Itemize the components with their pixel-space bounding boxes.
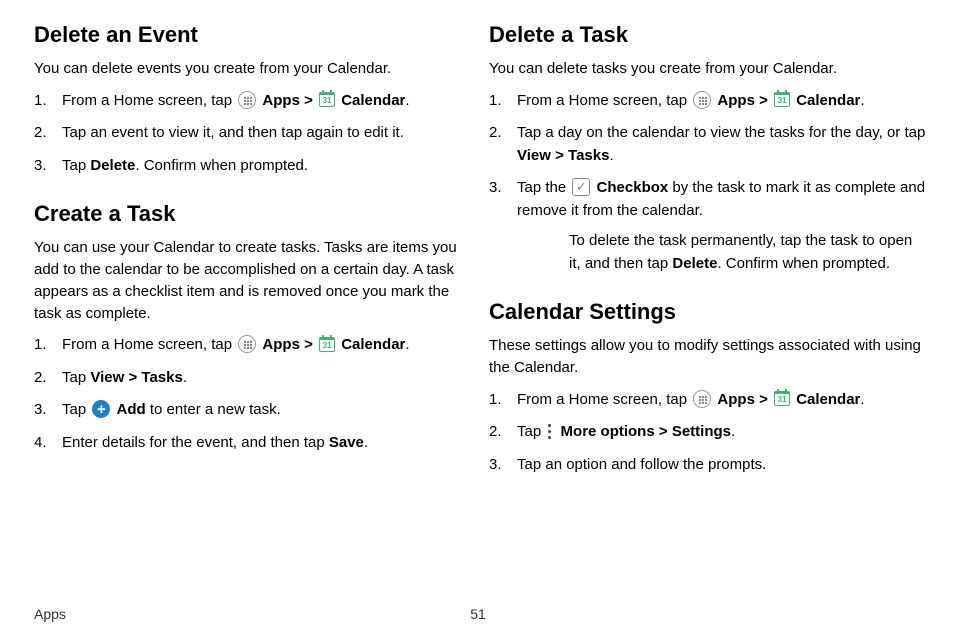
- step: Tap View > Tasks.: [34, 367, 471, 390]
- step-text: From a Home screen, tap: [517, 391, 691, 408]
- step: Tap + Add to enter a new task.: [34, 399, 471, 422]
- steps-calendar-settings: From a Home screen, tap Apps > 31 Calend…: [489, 389, 926, 477]
- step-text: . Confirm when prompted.: [135, 157, 308, 174]
- chevron: >: [755, 391, 772, 408]
- step-text: to enter a new task.: [146, 401, 281, 418]
- steps-delete-task: From a Home screen, tap Apps > 31 Calend…: [489, 90, 926, 276]
- step-text: From a Home screen, tap: [62, 336, 236, 353]
- period: .: [860, 391, 864, 408]
- step: Tap More options > Settings.: [489, 421, 926, 444]
- view-label: View: [90, 369, 124, 386]
- two-column-layout: Delete an Event You can delete events yo…: [34, 20, 926, 576]
- step-text: Tap the: [517, 179, 570, 196]
- step-text: Tap a day on the calendar to view the ta…: [517, 124, 925, 141]
- tasks-label: Tasks: [141, 369, 182, 386]
- heading-delete-event: Delete an Event: [34, 22, 471, 48]
- period: .: [609, 147, 613, 164]
- calendar-icon: 31: [319, 337, 335, 352]
- apps-label: Apps: [262, 336, 300, 353]
- period: .: [364, 434, 368, 451]
- calendar-icon: 31: [319, 92, 335, 107]
- step: From a Home screen, tap Apps > 31 Calend…: [34, 334, 471, 357]
- apps-icon: [238, 91, 256, 109]
- step: From a Home screen, tap Apps > 31 Calend…: [34, 90, 471, 113]
- calendar-day: 31: [323, 340, 332, 351]
- more-options-icon: [547, 422, 552, 440]
- step-text: From a Home screen, tap: [517, 92, 691, 109]
- calendar-icon: 31: [774, 92, 790, 107]
- step: Tap the ✓ Checkbox by the task to mark i…: [489, 177, 926, 275]
- calendar-day: 31: [323, 95, 332, 106]
- chevron: >: [300, 92, 317, 109]
- step-text: From a Home screen, tap: [62, 92, 236, 109]
- step-text: Tap: [62, 369, 90, 386]
- intro-create-task: You can use your Calendar to create task…: [34, 237, 471, 324]
- intro-calendar-settings: These settings allow you to modify setti…: [489, 335, 926, 379]
- right-column: Delete a Task You can delete tasks you c…: [489, 20, 926, 576]
- step: Tap an event to view it, and then tap ag…: [34, 122, 471, 145]
- checkbox-icon: ✓: [572, 178, 590, 196]
- footer-spacer: [842, 606, 922, 622]
- footer-page-number: 51: [114, 606, 842, 622]
- heading-create-task: Create a Task: [34, 201, 471, 227]
- more-options-label: More options: [561, 423, 655, 440]
- apps-icon: [693, 390, 711, 408]
- period: .: [731, 423, 735, 440]
- period: .: [860, 92, 864, 109]
- step-text: Tap: [517, 423, 545, 440]
- calendar-label: Calendar: [341, 92, 405, 109]
- calendar-label: Calendar: [341, 336, 405, 353]
- step: Tap a day on the calendar to view the ta…: [489, 122, 926, 167]
- period: .: [183, 369, 187, 386]
- add-icon: +: [92, 400, 110, 418]
- settings-label: Settings: [672, 423, 731, 440]
- calendar-day: 31: [778, 394, 787, 405]
- step-text: Tap: [62, 401, 90, 418]
- step-text: Tap: [62, 157, 90, 174]
- chevron: >: [755, 92, 772, 109]
- save-label: Save: [329, 434, 364, 451]
- steps-delete-event: From a Home screen, tap Apps > 31 Calend…: [34, 90, 471, 178]
- calendar-icon: 31: [774, 391, 790, 406]
- footer-section: Apps: [34, 606, 114, 622]
- delete-label: Delete: [90, 157, 135, 174]
- steps-create-task: From a Home screen, tap Apps > 31 Calend…: [34, 334, 471, 454]
- add-label: Add: [117, 401, 146, 418]
- step: From a Home screen, tap Apps > 31 Calend…: [489, 389, 926, 412]
- step: Tap Delete. Confirm when prompted.: [34, 155, 471, 178]
- apps-label: Apps: [262, 92, 300, 109]
- heading-delete-task: Delete a Task: [489, 22, 926, 48]
- tasks-label: Tasks: [568, 147, 609, 164]
- step: Enter details for the event, and then ta…: [34, 432, 471, 455]
- chevron: >: [655, 423, 672, 440]
- sub-step: To delete the task permanently, tap the …: [517, 230, 926, 275]
- view-label: View: [517, 147, 551, 164]
- step-text: Enter details for the event, and then ta…: [62, 434, 329, 451]
- apps-label: Apps: [717, 391, 755, 408]
- delete-label: Delete: [672, 255, 717, 272]
- chevron: >: [124, 369, 141, 386]
- step-text: . Confirm when prompted.: [717, 255, 890, 272]
- step: From a Home screen, tap Apps > 31 Calend…: [489, 90, 926, 113]
- intro-delete-event: You can delete events you create from yo…: [34, 58, 471, 80]
- calendar-label: Calendar: [796, 92, 860, 109]
- calendar-label: Calendar: [796, 391, 860, 408]
- heading-calendar-settings: Calendar Settings: [489, 299, 926, 325]
- left-column: Delete an Event You can delete events yo…: [34, 20, 471, 576]
- calendar-day: 31: [778, 95, 787, 106]
- apps-label: Apps: [717, 92, 755, 109]
- manual-page: Delete an Event You can delete events yo…: [0, 0, 954, 636]
- period: .: [405, 336, 409, 353]
- step: Tap an option and follow the prompts.: [489, 454, 926, 477]
- checkbox-label: Checkbox: [597, 179, 669, 196]
- apps-icon: [693, 91, 711, 109]
- chevron: >: [300, 336, 317, 353]
- page-footer: Apps 51: [34, 606, 926, 628]
- period: .: [405, 92, 409, 109]
- apps-icon: [238, 335, 256, 353]
- chevron: >: [551, 147, 568, 164]
- intro-delete-task: You can delete tasks you create from you…: [489, 58, 926, 80]
